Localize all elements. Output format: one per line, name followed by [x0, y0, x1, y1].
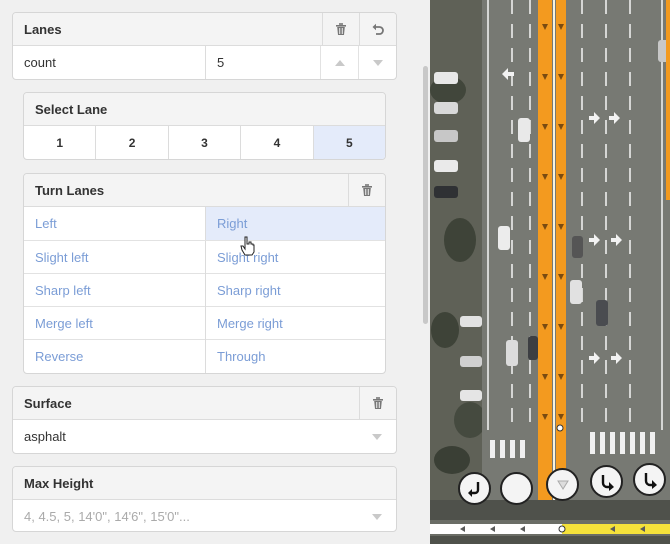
- lane-indicator-1[interactable]: [458, 472, 491, 505]
- select-lane-title: Select Lane: [35, 101, 108, 117]
- lane-indicator-3[interactable]: [546, 468, 579, 501]
- map-view[interactable]: [430, 0, 670, 544]
- select-lane-panel: Select Lane 1 2 3 4 5: [23, 92, 386, 160]
- turn-slight-right-option[interactable]: Slight right: [205, 241, 385, 274]
- turn-sharp-left-option[interactable]: Sharp left: [24, 274, 205, 307]
- undo-icon: [372, 23, 384, 35]
- trash-icon: [373, 397, 383, 409]
- turn-row: Reverse Through: [24, 339, 385, 373]
- surface-panel: Surface asphalt: [12, 386, 397, 454]
- turn-right-arrow-icon: [644, 472, 657, 489]
- turn-lanes-panel: Turn Lanes Left Right Slight left Slight…: [23, 173, 386, 374]
- count-input[interactable]: 5: [204, 46, 320, 79]
- lanes-header: Lanes: [13, 13, 396, 46]
- max-height-panel: Max Height 4, 4.5, 5, 14'0", 14'6", 15'0…: [12, 466, 397, 532]
- sidebar-scrollbar[interactable]: [420, 0, 430, 544]
- count-label: count: [24, 55, 56, 70]
- turn-left-option[interactable]: Left: [24, 207, 205, 240]
- turn-through-option[interactable]: Through: [205, 340, 385, 373]
- surface-delete-button[interactable]: [359, 387, 396, 420]
- surface-title: Surface: [24, 395, 72, 411]
- turn-merge-right-option[interactable]: Merge right: [205, 307, 385, 340]
- count-decrement-button[interactable]: [358, 46, 396, 79]
- chevron-down-icon: [372, 59, 383, 66]
- turn-row: Slight left Slight right: [24, 240, 385, 274]
- lane-tab-3[interactable]: 3: [167, 126, 240, 159]
- surface-value: asphalt: [24, 429, 66, 444]
- scrollbar-thumb[interactable]: [423, 66, 428, 324]
- turn-row: Sharp left Sharp right: [24, 273, 385, 307]
- max-height-title: Max Height: [24, 475, 94, 491]
- lane-tabs: 1 2 3 4 5: [24, 126, 385, 159]
- chevron-down-icon: [358, 513, 396, 520]
- lane-tab-5[interactable]: 5: [312, 126, 385, 159]
- turn-right-option[interactable]: Right: [205, 207, 385, 240]
- turn-row: Merge left Merge right: [24, 306, 385, 340]
- lane-indicator-5[interactable]: [633, 463, 666, 496]
- max-height-placeholder: 4, 4.5, 5, 14'0", 14'6", 15'0"...: [24, 509, 190, 524]
- turn-right-arrow-icon: [601, 474, 614, 491]
- aerial-imagery: [430, 0, 670, 544]
- max-height-combo[interactable]: 4, 4.5, 5, 14'0", 14'6", 15'0"...: [13, 500, 396, 531]
- chevron-up-icon: [334, 59, 345, 66]
- turn-left-arrow-icon: [467, 481, 479, 497]
- turn-slight-left-option[interactable]: Slight left: [24, 241, 205, 274]
- turn-lanes-header: Turn Lanes: [24, 174, 385, 207]
- trash-icon: [336, 23, 346, 35]
- lanes-undo-button[interactable]: [359, 13, 396, 46]
- surface-header: Surface: [13, 387, 396, 420]
- lanes-panel: Lanes count 5: [12, 12, 397, 80]
- turn-merge-left-option[interactable]: Merge left: [24, 307, 205, 340]
- turn-lanes-delete-button[interactable]: [348, 174, 385, 207]
- surface-select[interactable]: asphalt: [13, 420, 396, 453]
- turn-lanes-title: Turn Lanes: [35, 182, 105, 198]
- select-lane-header: Select Lane: [24, 93, 385, 126]
- lanes-title: Lanes: [24, 21, 62, 37]
- chevron-down-icon: [358, 433, 396, 440]
- lane-indicator-2[interactable]: [500, 472, 533, 505]
- lane-tab-4[interactable]: 4: [240, 126, 312, 159]
- through-arrow-icon: [556, 480, 569, 490]
- count-increment-button[interactable]: [320, 46, 358, 79]
- lanes-count-row: count 5: [13, 46, 396, 79]
- max-height-header: Max Height: [13, 467, 396, 500]
- lane-tab-1[interactable]: 1: [24, 126, 95, 159]
- turn-reverse-option[interactable]: Reverse: [24, 340, 205, 373]
- turn-row: Left Right: [24, 207, 385, 240]
- lanes-delete-button[interactable]: [322, 13, 359, 46]
- hand-cursor-icon: [240, 236, 255, 256]
- trash-icon: [362, 184, 372, 196]
- turn-sharp-right-option[interactable]: Sharp right: [205, 274, 385, 307]
- lane-tab-2[interactable]: 2: [95, 126, 167, 159]
- lane-indicator-4[interactable]: [590, 465, 623, 498]
- inspector-sidebar: Lanes count 5 Select Lane 1 2 3 4 5 Turn…: [0, 0, 408, 544]
